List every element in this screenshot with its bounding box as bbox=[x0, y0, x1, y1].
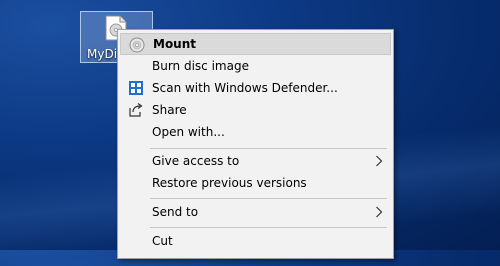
menu-item-open-with[interactable]: Open with... bbox=[120, 121, 391, 143]
menu-item-label: Burn disc image bbox=[152, 59, 249, 73]
menu-item-label: Share bbox=[152, 103, 187, 117]
menu-separator bbox=[150, 227, 387, 228]
menu-item-restore-previous-versions[interactable]: Restore previous versions bbox=[120, 172, 391, 194]
menu-item-mount[interactable]: Mount bbox=[120, 33, 391, 55]
chevron-right-icon bbox=[376, 206, 383, 218]
menu-item-label: Send to bbox=[152, 205, 199, 219]
context-menu: Mount Burn disc image Scan with Windows … bbox=[117, 29, 394, 259]
menu-item-scan-defender[interactable]: Scan with Windows Defender... bbox=[120, 77, 391, 99]
disc-icon bbox=[129, 37, 145, 53]
menu-item-label: Scan with Windows Defender... bbox=[152, 81, 338, 95]
menu-item-label: Give access to bbox=[152, 154, 240, 168]
menu-item-burn-disc-image[interactable]: Burn disc image bbox=[120, 55, 391, 77]
menu-item-give-access-to[interactable]: Give access to bbox=[120, 150, 391, 172]
menu-item-label: Restore previous versions bbox=[152, 176, 307, 190]
menu-item-label: Mount bbox=[153, 37, 197, 51]
defender-icon bbox=[129, 81, 143, 95]
chevron-right-icon bbox=[376, 155, 383, 167]
desktop-file-label: MyDi bbox=[87, 47, 118, 61]
share-icon bbox=[129, 103, 143, 117]
menu-item-label: Cut bbox=[152, 234, 173, 248]
menu-item-cut[interactable]: Cut bbox=[120, 230, 391, 252]
menu-separator bbox=[150, 148, 387, 149]
menu-item-share[interactable]: Share bbox=[120, 99, 391, 121]
menu-item-send-to[interactable]: Send to bbox=[120, 201, 391, 223]
menu-separator bbox=[150, 198, 387, 199]
menu-item-label: Open with... bbox=[152, 125, 225, 139]
